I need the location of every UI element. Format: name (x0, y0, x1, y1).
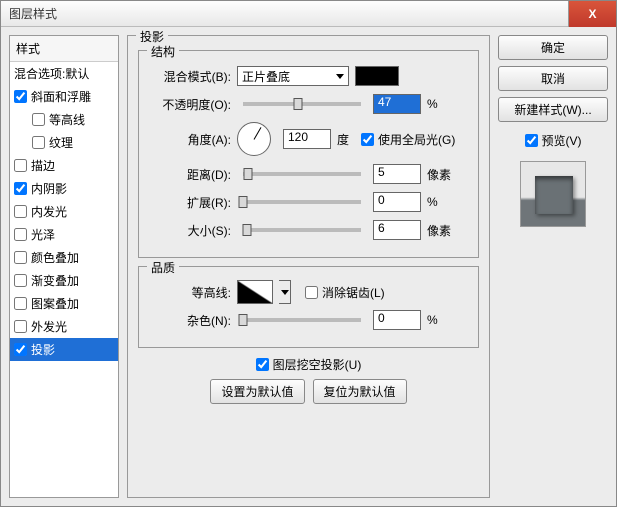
quality-group: 品质 等高线: 消除锯齿(L) 杂色(N): 0 % (138, 266, 479, 348)
noise-slider[interactable] (243, 318, 361, 322)
opacity-unit: % (427, 97, 438, 111)
angle-label: 角度(A): (149, 131, 231, 148)
quality-title: 品质 (147, 259, 179, 276)
titlebar[interactable]: 图层样式 X (1, 1, 616, 27)
style-item[interactable]: 描边 (10, 154, 118, 177)
noise-label: 杂色(N): (149, 312, 231, 329)
size-label: 大小(S): (149, 222, 231, 239)
distance-label: 距离(D): (149, 166, 231, 183)
style-item[interactable]: 投影 (10, 338, 118, 361)
style-item[interactable]: 纹理 (10, 131, 118, 154)
size-input[interactable]: 6 (373, 220, 421, 240)
contour-label: 等高线: (149, 284, 231, 301)
blending-options[interactable]: 混合选项:默认 (10, 62, 118, 85)
window-title: 图层样式 (1, 5, 57, 22)
settings-panel: 投影 结构 混合模式(B): 正片叠底 不透明度(O): (127, 35, 490, 498)
structure-group: 结构 混合模式(B): 正片叠底 不透明度(O): 47 % (138, 50, 479, 258)
spread-slider[interactable] (243, 200, 361, 204)
layer-style-dialog: 图层样式 X 样式 混合选项:默认 斜面和浮雕等高线纹理描边内阴影内发光光泽颜色… (0, 0, 617, 507)
style-item[interactable]: 渐变叠加 (10, 269, 118, 292)
knockout-checkbox[interactable]: 图层挖空投影(U) (256, 356, 362, 373)
reset-default-button[interactable]: 复位为默认值 (313, 379, 407, 404)
style-item[interactable]: 光泽 (10, 223, 118, 246)
chevron-down-icon (336, 74, 344, 79)
blend-mode-label: 混合模式(B): (149, 68, 231, 85)
contour-thumbnail[interactable] (237, 280, 273, 304)
angle-input[interactable]: 120 (283, 129, 331, 149)
styles-header: 样式 (10, 36, 118, 62)
distance-input[interactable]: 5 (373, 164, 421, 184)
new-style-button[interactable]: 新建样式(W)... (498, 97, 608, 122)
style-item[interactable]: 图案叠加 (10, 292, 118, 315)
shadow-color-swatch[interactable] (355, 66, 399, 86)
chevron-down-icon (281, 290, 289, 295)
preview-checkbox[interactable]: 预览(V) (498, 132, 608, 149)
antialias-checkbox[interactable]: 消除锯齿(L) (305, 284, 385, 301)
style-item[interactable]: 等高线 (10, 108, 118, 131)
distance-unit: 像素 (427, 166, 451, 183)
global-light-checkbox[interactable]: 使用全局光(G) (361, 131, 455, 148)
opacity-input[interactable]: 47 (373, 94, 421, 114)
structure-title: 结构 (147, 43, 179, 60)
style-item[interactable]: 斜面和浮雕 (10, 85, 118, 108)
close-icon: X (588, 7, 596, 21)
style-item[interactable]: 外发光 (10, 315, 118, 338)
angle-unit: 度 (337, 131, 349, 148)
section-group: 投影 结构 混合模式(B): 正片叠底 不透明度(O): (127, 35, 490, 498)
noise-input[interactable]: 0 (373, 310, 421, 330)
spread-unit: % (427, 195, 438, 209)
close-button[interactable]: X (568, 1, 616, 27)
cancel-button[interactable]: 取消 (498, 66, 608, 91)
angle-dial[interactable] (237, 122, 271, 156)
make-default-button[interactable]: 设置为默认值 (210, 379, 304, 404)
noise-unit: % (427, 313, 438, 327)
styles-list: 样式 混合选项:默认 斜面和浮雕等高线纹理描边内阴影内发光光泽颜色叠加渐变叠加图… (9, 35, 119, 498)
size-unit: 像素 (427, 222, 451, 239)
opacity-slider[interactable] (243, 102, 361, 106)
dialog-content: 样式 混合选项:默认 斜面和浮雕等高线纹理描边内阴影内发光光泽颜色叠加渐变叠加图… (1, 27, 616, 506)
size-slider[interactable] (243, 228, 361, 232)
opacity-label: 不透明度(O): (149, 96, 231, 113)
style-item[interactable]: 内发光 (10, 200, 118, 223)
blend-mode-combo[interactable]: 正片叠底 (237, 66, 349, 86)
preview-thumbnail (520, 161, 586, 227)
style-item[interactable]: 颜色叠加 (10, 246, 118, 269)
spread-label: 扩展(R): (149, 194, 231, 211)
spread-input[interactable]: 0 (373, 192, 421, 212)
distance-slider[interactable] (243, 172, 361, 176)
contour-dropdown[interactable] (279, 280, 291, 304)
ok-button[interactable]: 确定 (498, 35, 608, 60)
style-item[interactable]: 内阴影 (10, 177, 118, 200)
right-panel: 确定 取消 新建样式(W)... 预览(V) (498, 35, 608, 498)
